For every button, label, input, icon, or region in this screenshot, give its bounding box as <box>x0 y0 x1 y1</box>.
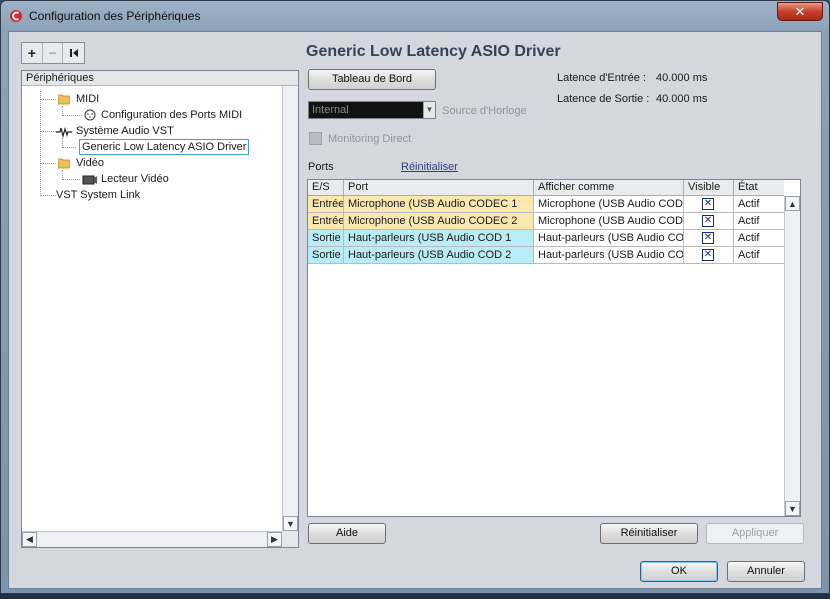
apply-button[interactable]: Appliquer <box>706 523 804 544</box>
tree-item-video[interactable]: Vidéo <box>76 156 104 170</box>
tree-item-midi[interactable]: MIDI <box>76 92 99 106</box>
tree-connector <box>40 91 41 196</box>
window-title: Configuration des Périphériques <box>29 9 201 23</box>
visible-checkbox[interactable]: ✕ <box>702 215 714 227</box>
table-row[interactable]: Sortie Haut-parleurs (USB Audio COD 2 Ha… <box>308 247 784 264</box>
io-cell: Sortie <box>308 247 344 263</box>
output-latency-label: Latence de Sortie : <box>557 93 650 105</box>
tree-connector <box>62 115 82 116</box>
ports-reset-link[interactable]: Réinitialiser <box>401 161 458 173</box>
ok-button[interactable]: OK <box>640 561 718 582</box>
scroll-right-icon[interactable]: ▶ <box>267 532 282 547</box>
tree-connector <box>62 147 76 148</box>
cubase-app-icon <box>10 10 22 22</box>
reset-button[interactable]: Réinitialiser <box>600 523 698 544</box>
close-button[interactable]: ✕ <box>777 2 823 21</box>
port-cell: Haut-parleurs (USB Audio COD 2 <box>344 247 534 263</box>
display-as-cell[interactable]: Haut-parleurs (USB Audio COD <box>534 247 684 263</box>
clock-source-value: Internal <box>312 104 349 116</box>
monitoring-direct-checkbox[interactable] <box>309 132 322 145</box>
control-panel-button[interactable]: Tableau de Bord <box>308 69 436 90</box>
ports-label: Ports <box>308 161 334 173</box>
tree-connector <box>40 99 56 100</box>
device-toolbar: + − <box>21 42 85 64</box>
visible-checkbox[interactable]: ✕ <box>702 249 714 261</box>
visible-cell: ✕ <box>684 196 734 212</box>
scroll-down-icon[interactable]: ▼ <box>283 516 298 531</box>
reset-device-button[interactable] <box>63 43 84 63</box>
ports-table: E/S Port Afficher comme Visible État Ent… <box>307 179 801 517</box>
visible-checkbox[interactable]: ✕ <box>702 198 714 210</box>
tree-horizontal-scrollbar[interactable]: ◀ ▶ <box>22 531 282 547</box>
device-tree: MIDI Configuration des Ports MIDI Systèm… <box>22 86 282 531</box>
tree-item-asio-driver[interactable]: Generic Low Latency ASIO Driver <box>78 139 250 155</box>
tree-header: Périphériques <box>22 71 298 86</box>
tree-connector <box>40 131 56 132</box>
tree-item-video-player[interactable]: Lecteur Vidéo <box>101 172 169 186</box>
visible-cell: ✕ <box>684 247 734 263</box>
state-cell: Actif <box>738 232 760 244</box>
io-cell: Entrée <box>308 213 344 229</box>
table-row[interactable]: Sortie Haut-parleurs (USB Audio COD 1 Ha… <box>308 230 784 247</box>
device-tree-panel: Périphériques MIDI Configuration des Por… <box>21 70 299 548</box>
dialog-client: + − Périphériques MIDI Configuration des… <box>8 31 822 589</box>
scroll-left-icon[interactable]: ◀ <box>22 532 37 547</box>
column-header-port[interactable]: Port <box>344 180 534 196</box>
column-header-visible[interactable]: Visible <box>684 180 734 196</box>
input-latency-label: Latence d'Entrée : <box>557 72 646 84</box>
clock-source-label: Source d'Horloge <box>442 105 527 117</box>
display-as-cell[interactable]: Microphone (USB Audio CODEC <box>534 196 684 212</box>
cancel-button[interactable]: Annuler <box>727 561 805 582</box>
display-as-cell[interactable]: Microphone (USB Audio CODEC <box>534 213 684 229</box>
column-header-state[interactable]: État <box>734 180 784 196</box>
tree-connector <box>40 163 56 164</box>
port-cell: Microphone (USB Audio CODEC 2 <box>344 213 534 229</box>
state-cell: Actif <box>738 249 760 261</box>
port-cell: Microphone (USB Audio CODEC 1 <box>344 196 534 212</box>
taskbar-strip <box>0 594 830 599</box>
visible-cell: ✕ <box>684 213 734 229</box>
chevron-down-icon[interactable]: ▼ <box>423 102 435 118</box>
tree-vertical-scrollbar[interactable]: ▼ <box>282 86 298 531</box>
add-device-button[interactable]: + <box>22 43 43 63</box>
scroll-up-icon[interactable]: ▲ <box>785 196 800 211</box>
io-cell: Sortie <box>308 230 344 246</box>
state-cell: Actif <box>738 215 760 227</box>
table-row[interactable]: Entrée Microphone (USB Audio CODEC 2 Mic… <box>308 213 784 230</box>
tree-connector <box>40 195 56 196</box>
folder-icon <box>58 94 70 105</box>
io-cell: Entrée <box>308 196 344 212</box>
dialog-window: Configuration des Périphériques ✕ + − Pé… <box>0 0 830 594</box>
ports-table-header: E/S Port Afficher comme Visible État <box>308 180 784 196</box>
display-as-cell[interactable]: Haut-parleurs (USB Audio COD <box>534 230 684 246</box>
visible-checkbox[interactable]: ✕ <box>702 232 714 244</box>
scroll-corner <box>282 531 298 547</box>
monitoring-direct-label: Monitoring Direct <box>328 133 412 145</box>
port-cell: Haut-parleurs (USB Audio COD 1 <box>344 230 534 246</box>
folder-icon <box>58 158 70 169</box>
video-player-icon <box>82 175 97 185</box>
help-button[interactable]: Aide <box>308 523 386 544</box>
input-latency-value: 40.000 ms <box>656 72 708 84</box>
title-bar[interactable]: Configuration des Périphériques ✕ <box>1 1 829 31</box>
skip-to-start-icon <box>69 49 78 57</box>
midi-port-icon <box>84 109 96 121</box>
driver-title: Generic Low Latency ASIO Driver <box>306 43 561 60</box>
audio-system-icon <box>56 126 72 138</box>
output-latency-value: 40.000 ms <box>656 93 708 105</box>
tree-item-midi-ports[interactable]: Configuration des Ports MIDI <box>101 108 242 122</box>
scroll-down-icon[interactable]: ▼ <box>785 501 800 516</box>
visible-cell: ✕ <box>684 230 734 246</box>
state-cell: Actif <box>738 198 760 210</box>
column-header-display-as[interactable]: Afficher comme <box>534 180 684 196</box>
clock-source-select[interactable]: Internal ▼ <box>308 101 436 119</box>
tree-item-vst-system-link[interactable]: VST System Link <box>56 188 140 202</box>
ports-vertical-scrollbar[interactable]: ▲ ▼ <box>784 196 800 516</box>
table-row[interactable]: Entrée Microphone (USB Audio CODEC 1 Mic… <box>308 196 784 213</box>
remove-device-button[interactable]: − <box>43 43 64 63</box>
tree-item-vst-audio-system[interactable]: Système Audio VST <box>76 124 174 138</box>
column-header-io[interactable]: E/S <box>308 180 344 196</box>
tree-connector <box>62 179 80 180</box>
